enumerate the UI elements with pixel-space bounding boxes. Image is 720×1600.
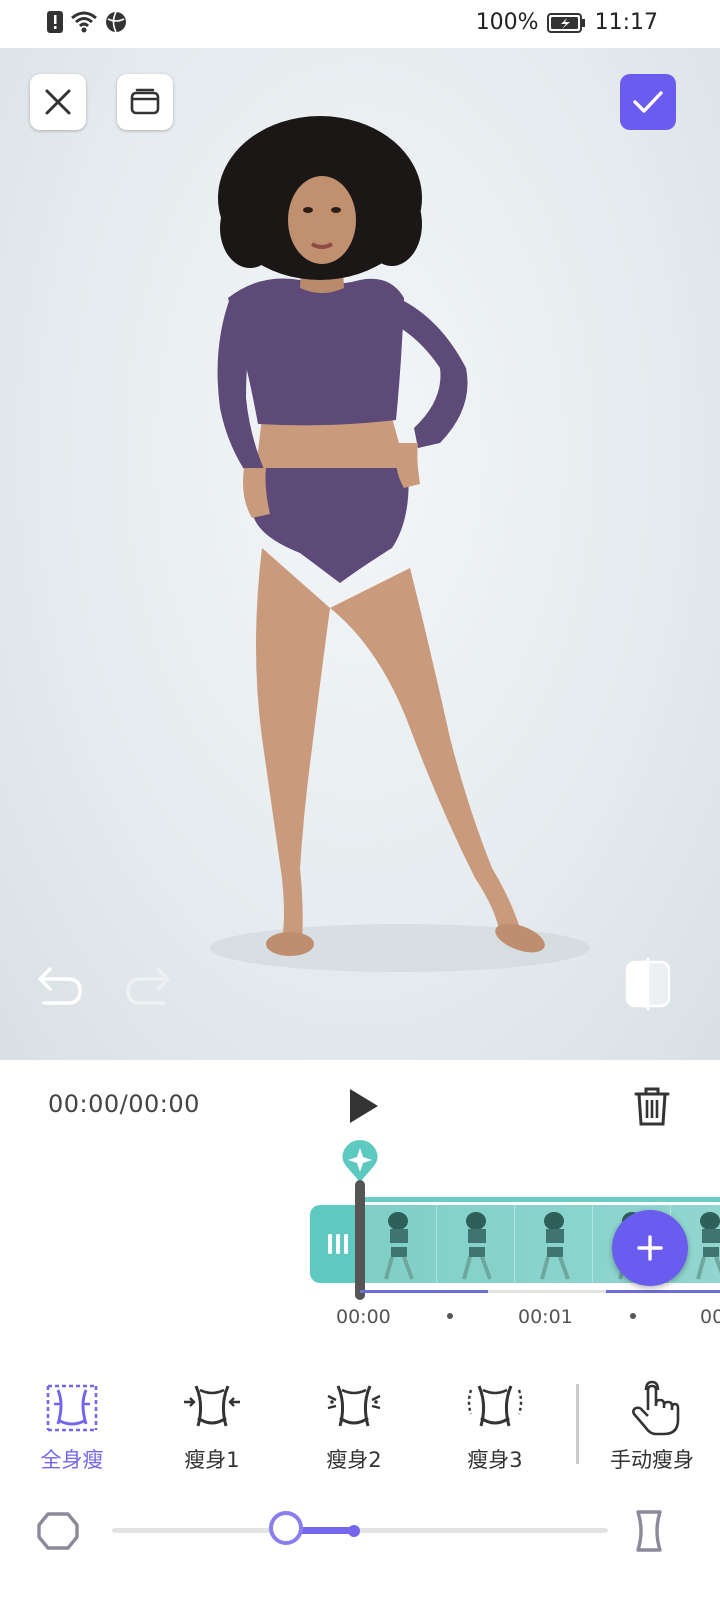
status-bar: 100% 11:17 — [0, 0, 720, 48]
archive-icon — [130, 88, 160, 115]
timeline-tick-label: 00 — [700, 1306, 720, 1328]
clip-thumbnail — [438, 1205, 515, 1283]
tool-label: 瘦身2 — [326, 1448, 382, 1472]
tool-slim-1[interactable]: 瘦身1 — [152, 1380, 272, 1480]
segment-line-1 — [360, 1290, 488, 1293]
segment-line-2 — [488, 1290, 606, 1293]
check-icon — [633, 91, 663, 113]
status-icons-left — [46, 10, 128, 34]
playhead[interactable] — [355, 1180, 365, 1300]
plus-icon — [637, 1235, 663, 1261]
trash-icon — [634, 1087, 670, 1126]
drag-handle-icon — [328, 1234, 348, 1254]
slider-thumb[interactable] — [269, 1511, 304, 1545]
clip-thumbnail — [516, 1205, 593, 1283]
waist-slim-2-icon — [327, 1385, 381, 1427]
redo-icon — [126, 967, 170, 1005]
undo-button[interactable] — [32, 958, 86, 1012]
preview-figure-image — [210, 116, 590, 972]
tool-divider — [576, 1384, 579, 1464]
vpn-globe-icon — [106, 11, 126, 33]
play-button[interactable] — [340, 1084, 384, 1128]
alert-sim-icon — [47, 11, 63, 33]
tool-label: 瘦身3 — [467, 1448, 523, 1472]
save-draft-button[interactable] — [117, 74, 173, 130]
tool-full-body-slim[interactable]: 全身瘦 — [12, 1380, 132, 1480]
status-icons-right: 100% 11:17 — [476, 10, 658, 35]
waist-slim-1-icon — [184, 1385, 240, 1427]
confirm-button[interactable] — [620, 74, 676, 130]
tool-label: 瘦身1 — [184, 1448, 240, 1472]
undo-icon — [38, 967, 82, 1005]
slider-track[interactable] — [112, 1528, 608, 1533]
wide-shape-icon — [37, 1512, 79, 1550]
timeline-tick-dot — [630, 1313, 636, 1319]
timeline-tick-label: 00:01 — [518, 1306, 573, 1328]
tool-label: 全身瘦 — [40, 1448, 104, 1472]
manual-slim-hand-icon — [632, 1380, 680, 1436]
timeline-tick-dot — [447, 1313, 453, 1319]
playback-time: 00:00/00:00 — [48, 1090, 200, 1118]
play-icon — [350, 1089, 378, 1123]
tool-manual-slim[interactable]: 手动瘦身 — [592, 1380, 712, 1480]
waist-slim-3-icon — [467, 1385, 523, 1427]
narrow-shape-icon — [636, 1510, 662, 1552]
compare-icon — [625, 958, 671, 1010]
video-preview[interactable] — [0, 48, 720, 1060]
delete-button[interactable] — [630, 1084, 674, 1128]
battery-charging-icon — [546, 12, 585, 33]
slider-center-dot — [348, 1525, 360, 1537]
tool-label: 手动瘦身 — [610, 1448, 694, 1472]
timeline-top-border — [360, 1197, 720, 1202]
tool-slim-2[interactable]: 瘦身2 — [294, 1380, 414, 1480]
body-slim-editor-screen: 100% 11:17 00:00/00:00 00:00 00:01 00 全身… — [0, 0, 720, 1600]
intensity-slider[interactable] — [36, 1505, 686, 1555]
battery-percent: 100% — [475, 10, 539, 35]
keyframe-marker-icon[interactable] — [340, 1138, 380, 1184]
segment-line-3 — [606, 1290, 720, 1293]
close-icon — [45, 89, 71, 115]
compare-button[interactable] — [620, 954, 676, 1014]
tool-slim-3[interactable]: 瘦身3 — [435, 1380, 555, 1480]
redo-button[interactable] — [122, 958, 176, 1012]
wifi-icon — [71, 11, 97, 33]
full-body-slim-icon — [46, 1384, 98, 1432]
clock: 11:17 — [594, 10, 658, 35]
clip-thumbnail — [360, 1205, 437, 1283]
timeline-tick-label: 00:00 — [336, 1306, 391, 1328]
close-button[interactable] — [30, 74, 86, 130]
add-clip-button[interactable] — [612, 1210, 688, 1286]
